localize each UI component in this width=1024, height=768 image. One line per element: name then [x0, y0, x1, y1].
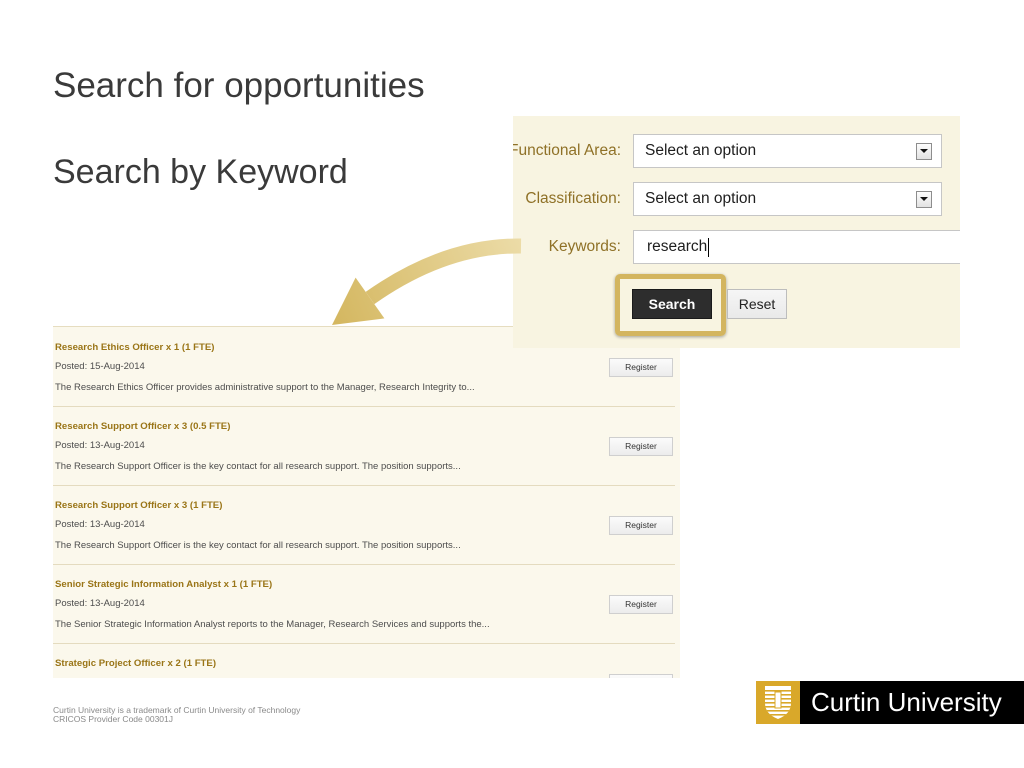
- functional-area-label: Functional Area:: [513, 142, 621, 159]
- cricos-code: CRICOS Provider Code 00301J: [53, 714, 174, 724]
- shield-crest-icon: [765, 686, 791, 719]
- result-posted-date: Posted: 15-Aug-2014: [55, 361, 145, 372]
- result-description: The Research Support Officer is the key …: [55, 540, 461, 551]
- result-posted-date: Posted: 13-Aug-2014: [55, 598, 145, 609]
- result-title-link[interactable]: Research Ethics Officer x 1 (1 FTE): [55, 342, 214, 354]
- search-button[interactable]: Search: [632, 289, 712, 319]
- logo-crest: [756, 681, 800, 724]
- result-title-link[interactable]: Research Support Officer x 3 (1 FTE): [55, 500, 222, 512]
- result-item: Research Support Officer x 3 (0.5 FTE) P…: [53, 407, 680, 486]
- arrow-head: [332, 277, 385, 325]
- footer: Curtin University is a trademark of Curt…: [53, 706, 300, 724]
- page-title: Search for opportunities: [53, 66, 425, 105]
- keywords-input-content: research: [647, 231, 710, 263]
- arrow-shaft: [365, 238, 522, 305]
- result-description: The Research Support Officer is the key …: [55, 461, 461, 472]
- dropdown-arrow-icon[interactable]: [916, 143, 932, 160]
- result-description: The Research Ethics Officer provides adm…: [55, 382, 475, 393]
- reset-button[interactable]: Reset: [727, 289, 787, 319]
- functional-area-select[interactable]: Select an option: [633, 134, 942, 168]
- register-button[interactable]: Register: [609, 516, 673, 535]
- text-cursor: [708, 237, 710, 257]
- keywords-label: Keywords:: [548, 238, 621, 255]
- result-title-link[interactable]: Research Support Officer x 3 (0.5 FTE): [55, 421, 230, 433]
- classification-label: Classification:: [525, 190, 621, 207]
- result-item: Senior Strategic Information Analyst x 1…: [53, 565, 680, 644]
- keywords-input[interactable]: research: [633, 230, 960, 264]
- register-button[interactable]: [609, 674, 673, 678]
- curved-arrow-icon: [332, 238, 522, 325]
- page-subtitle: Search by Keyword: [53, 153, 348, 191]
- search-form-panel: Functional Area: Select an option Classi…: [513, 116, 960, 348]
- result-posted-date: Posted: 13-Aug-2014: [55, 440, 145, 451]
- register-button[interactable]: Register: [609, 437, 673, 456]
- dropdown-arrow-icon[interactable]: [916, 191, 932, 208]
- keywords-value: research: [647, 238, 708, 255]
- search-results-list: Research Ethics Officer x 1 (1 FTE) Post…: [53, 326, 680, 678]
- logo-text: Curtin University: [811, 687, 1002, 717]
- result-description: The Senior Strategic Information Analyst…: [55, 619, 490, 630]
- classification-select[interactable]: Select an option: [633, 182, 942, 216]
- result-posted-date: Posted: 13-Aug-2014: [55, 519, 145, 530]
- register-button[interactable]: Register: [609, 595, 673, 614]
- result-item: Research Support Officer x 3 (1 FTE) Pos…: [53, 486, 680, 565]
- result-title-link[interactable]: Senior Strategic Information Analyst x 1…: [55, 579, 272, 591]
- result-title-link[interactable]: Strategic Project Officer x 2 (1 FTE): [55, 658, 216, 670]
- logo-wordmark: Curtin University: [800, 681, 1024, 724]
- result-item: Strategic Project Officer x 2 (1 FTE): [53, 644, 680, 678]
- classification-value: Select an option: [645, 190, 757, 207]
- register-button[interactable]: Register: [609, 358, 673, 377]
- functional-area-value: Select an option: [645, 142, 757, 159]
